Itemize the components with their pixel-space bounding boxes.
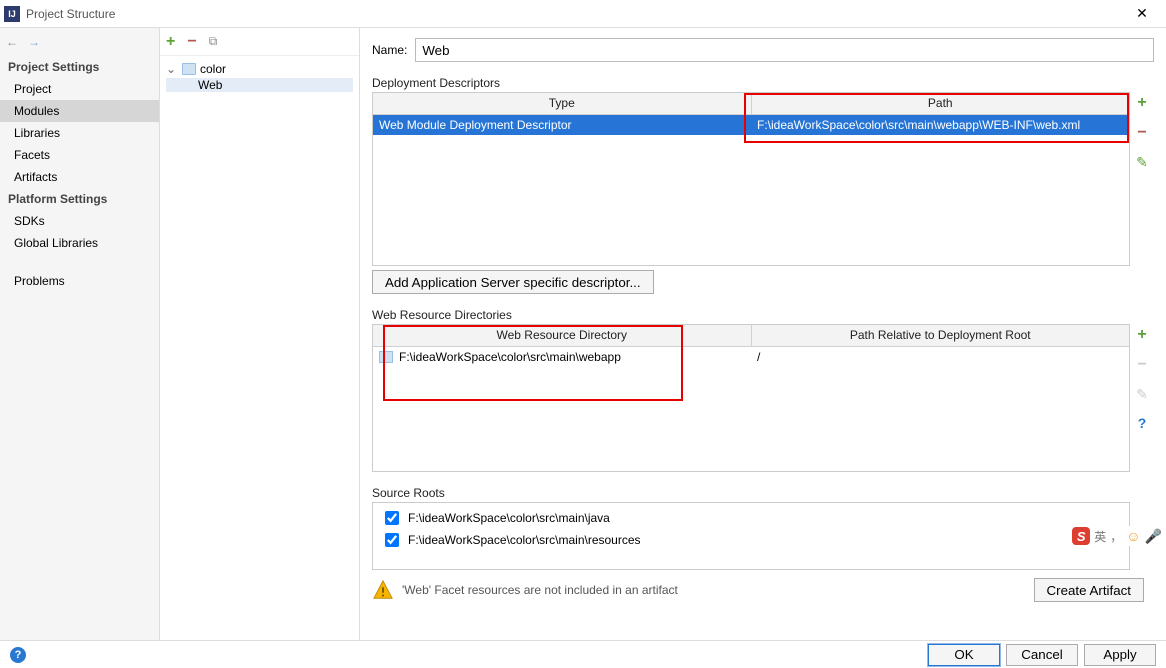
source-root-checkbox-1[interactable] bbox=[385, 533, 399, 547]
col-resource-dir[interactable]: Web Resource Directory bbox=[373, 325, 752, 346]
web-resource-dirs-label: Web Resource Directories bbox=[372, 308, 1154, 322]
name-row: Name: bbox=[372, 38, 1154, 62]
source-root-checkbox-0[interactable] bbox=[385, 511, 399, 525]
deployment-path-cell: F:\ideaWorkSpace\color\src\main\webapp\W… bbox=[751, 115, 1129, 135]
sidebar-item-facets[interactable]: Facets bbox=[0, 144, 159, 166]
platform-settings-heading: Platform Settings bbox=[0, 188, 159, 210]
sidebar-item-modules[interactable]: Modules bbox=[0, 100, 159, 122]
resource-table-head: Web Resource Directory Path Relative to … bbox=[373, 325, 1129, 347]
tree-node-root[interactable]: ⌄ color bbox=[166, 60, 353, 78]
tree-child-label: Web bbox=[198, 78, 222, 92]
name-label: Name: bbox=[372, 43, 407, 57]
tree-copy-icon[interactable]: ⧉ bbox=[209, 34, 218, 49]
resource-edit-icon: ✎ bbox=[1136, 386, 1148, 403]
close-icon[interactable]: ✕ bbox=[1122, 5, 1162, 22]
ok-button[interactable]: OK bbox=[928, 644, 1000, 666]
footer: ? OK Cancel Apply bbox=[0, 640, 1166, 668]
sidebar-item-libraries[interactable]: Libraries bbox=[0, 122, 159, 144]
sidebar-item-problems[interactable]: Problems bbox=[0, 270, 159, 292]
deployment-table-wrap: Type Path Web Module Deployment Descript… bbox=[372, 92, 1154, 266]
warning-icon bbox=[372, 579, 394, 601]
resource-rel-cell: / bbox=[751, 350, 1129, 364]
deployment-table[interactable]: Type Path Web Module Deployment Descript… bbox=[372, 92, 1130, 266]
tree-toolbar: + − ⧉ bbox=[160, 28, 359, 56]
app-icon: IJ bbox=[4, 6, 20, 22]
add-descriptor-row: Add Application Server specific descript… bbox=[372, 270, 1154, 294]
sidebar-item-sdks[interactable]: SDKs bbox=[0, 210, 159, 232]
deployment-row[interactable]: Web Module Deployment Descriptor F:\idea… bbox=[373, 115, 1129, 135]
add-server-descriptor-button[interactable]: Add Application Server specific descript… bbox=[372, 270, 654, 294]
ime-sep: ， bbox=[1110, 528, 1122, 545]
tree-root-label: color bbox=[200, 62, 226, 76]
tree-body: ⌄ color Web bbox=[160, 56, 359, 96]
col-path[interactable]: Path bbox=[752, 93, 1130, 114]
deployment-table-head: Type Path bbox=[373, 93, 1129, 115]
apply-button[interactable]: Apply bbox=[1084, 644, 1156, 666]
warning-row: 'Web' Facet resources are not included i… bbox=[372, 578, 1154, 602]
resource-table-wrap: Web Resource Directory Path Relative to … bbox=[372, 324, 1154, 472]
source-roots-label: Source Roots bbox=[372, 486, 1154, 500]
facet-name-input[interactable] bbox=[415, 38, 1154, 62]
deployment-type-cell: Web Module Deployment Descriptor bbox=[373, 115, 751, 135]
source-roots-box: F:\ideaWorkSpace\color\src\main\java F:\… bbox=[372, 502, 1130, 570]
deployment-remove-icon[interactable]: − bbox=[1137, 124, 1146, 142]
deployment-add-icon[interactable]: + bbox=[1137, 94, 1146, 112]
resource-table[interactable]: Web Resource Directory Path Relative to … bbox=[372, 324, 1130, 472]
sidebar-item-global-libraries[interactable]: Global Libraries bbox=[0, 232, 159, 254]
mic-icon[interactable]: 🎤 bbox=[1145, 528, 1162, 545]
resource-add-icon[interactable]: + bbox=[1137, 326, 1146, 344]
titlebar: IJ Project Structure ✕ bbox=[0, 0, 1166, 28]
tree-remove-icon[interactable]: − bbox=[187, 33, 196, 51]
sidebar-item-artifacts[interactable]: Artifacts bbox=[0, 166, 159, 188]
main-panel: Name: Deployment Descriptors Type Path W… bbox=[360, 28, 1166, 640]
source-root-row[interactable]: F:\ideaWorkSpace\color\src\main\java bbox=[381, 507, 1121, 529]
tree-add-icon[interactable]: + bbox=[166, 33, 175, 51]
sidebar: ← → Project Settings Project Modules Lib… bbox=[0, 28, 160, 640]
create-artifact-button[interactable]: Create Artifact bbox=[1034, 578, 1144, 602]
module-tree-panel: + − ⧉ ⌄ color Web bbox=[160, 28, 360, 640]
col-rel-path[interactable]: Path Relative to Deployment Root bbox=[752, 325, 1130, 346]
window-title: Project Structure bbox=[26, 7, 1122, 21]
deployment-descriptors-label: Deployment Descriptors bbox=[372, 76, 1154, 90]
sogou-icon: S bbox=[1072, 527, 1090, 545]
source-root-row[interactable]: F:\ideaWorkSpace\color\src\main\resource… bbox=[381, 529, 1121, 551]
nav-forward-icon[interactable]: → bbox=[28, 35, 40, 49]
help-icon[interactable]: ? bbox=[10, 647, 26, 663]
col-type[interactable]: Type bbox=[373, 93, 752, 114]
resource-side-buttons: + − ✎ ? bbox=[1130, 324, 1154, 472]
sidebar-tools: ← → bbox=[0, 28, 159, 56]
resource-row[interactable]: F:\ideaWorkSpace\color\src\main\webapp / bbox=[373, 347, 1129, 367]
resource-remove-icon: − bbox=[1137, 356, 1146, 374]
sidebar-item-project[interactable]: Project bbox=[0, 78, 159, 100]
emoji-icon[interactable]: ☺ bbox=[1126, 528, 1140, 544]
folder-icon bbox=[379, 351, 393, 363]
warning-text: 'Web' Facet resources are not included i… bbox=[402, 583, 1026, 597]
cancel-button[interactable]: Cancel bbox=[1006, 644, 1078, 666]
tree-node-web[interactable]: Web bbox=[166, 78, 353, 92]
resource-help-icon[interactable]: ? bbox=[1138, 415, 1147, 431]
ime-indicator[interactable]: S 英 ， ☺ 🎤 bbox=[1070, 526, 1164, 546]
deployment-edit-icon[interactable]: ✎ bbox=[1136, 154, 1148, 171]
body: ← → Project Settings Project Modules Lib… bbox=[0, 28, 1166, 640]
resource-dir-cell: F:\ideaWorkSpace\color\src\main\webapp bbox=[399, 350, 621, 364]
module-folder-icon bbox=[182, 63, 196, 75]
deployment-side-buttons: + − ✎ bbox=[1130, 92, 1154, 266]
source-root-path-1: F:\ideaWorkSpace\color\src\main\resource… bbox=[408, 533, 641, 547]
nav-back-icon[interactable]: ← bbox=[6, 35, 18, 49]
source-root-path-0: F:\ideaWorkSpace\color\src\main\java bbox=[408, 511, 610, 525]
ime-lang-label: 英 bbox=[1094, 528, 1106, 545]
chevron-down-icon[interactable]: ⌄ bbox=[166, 62, 178, 76]
project-settings-heading: Project Settings bbox=[0, 56, 159, 78]
